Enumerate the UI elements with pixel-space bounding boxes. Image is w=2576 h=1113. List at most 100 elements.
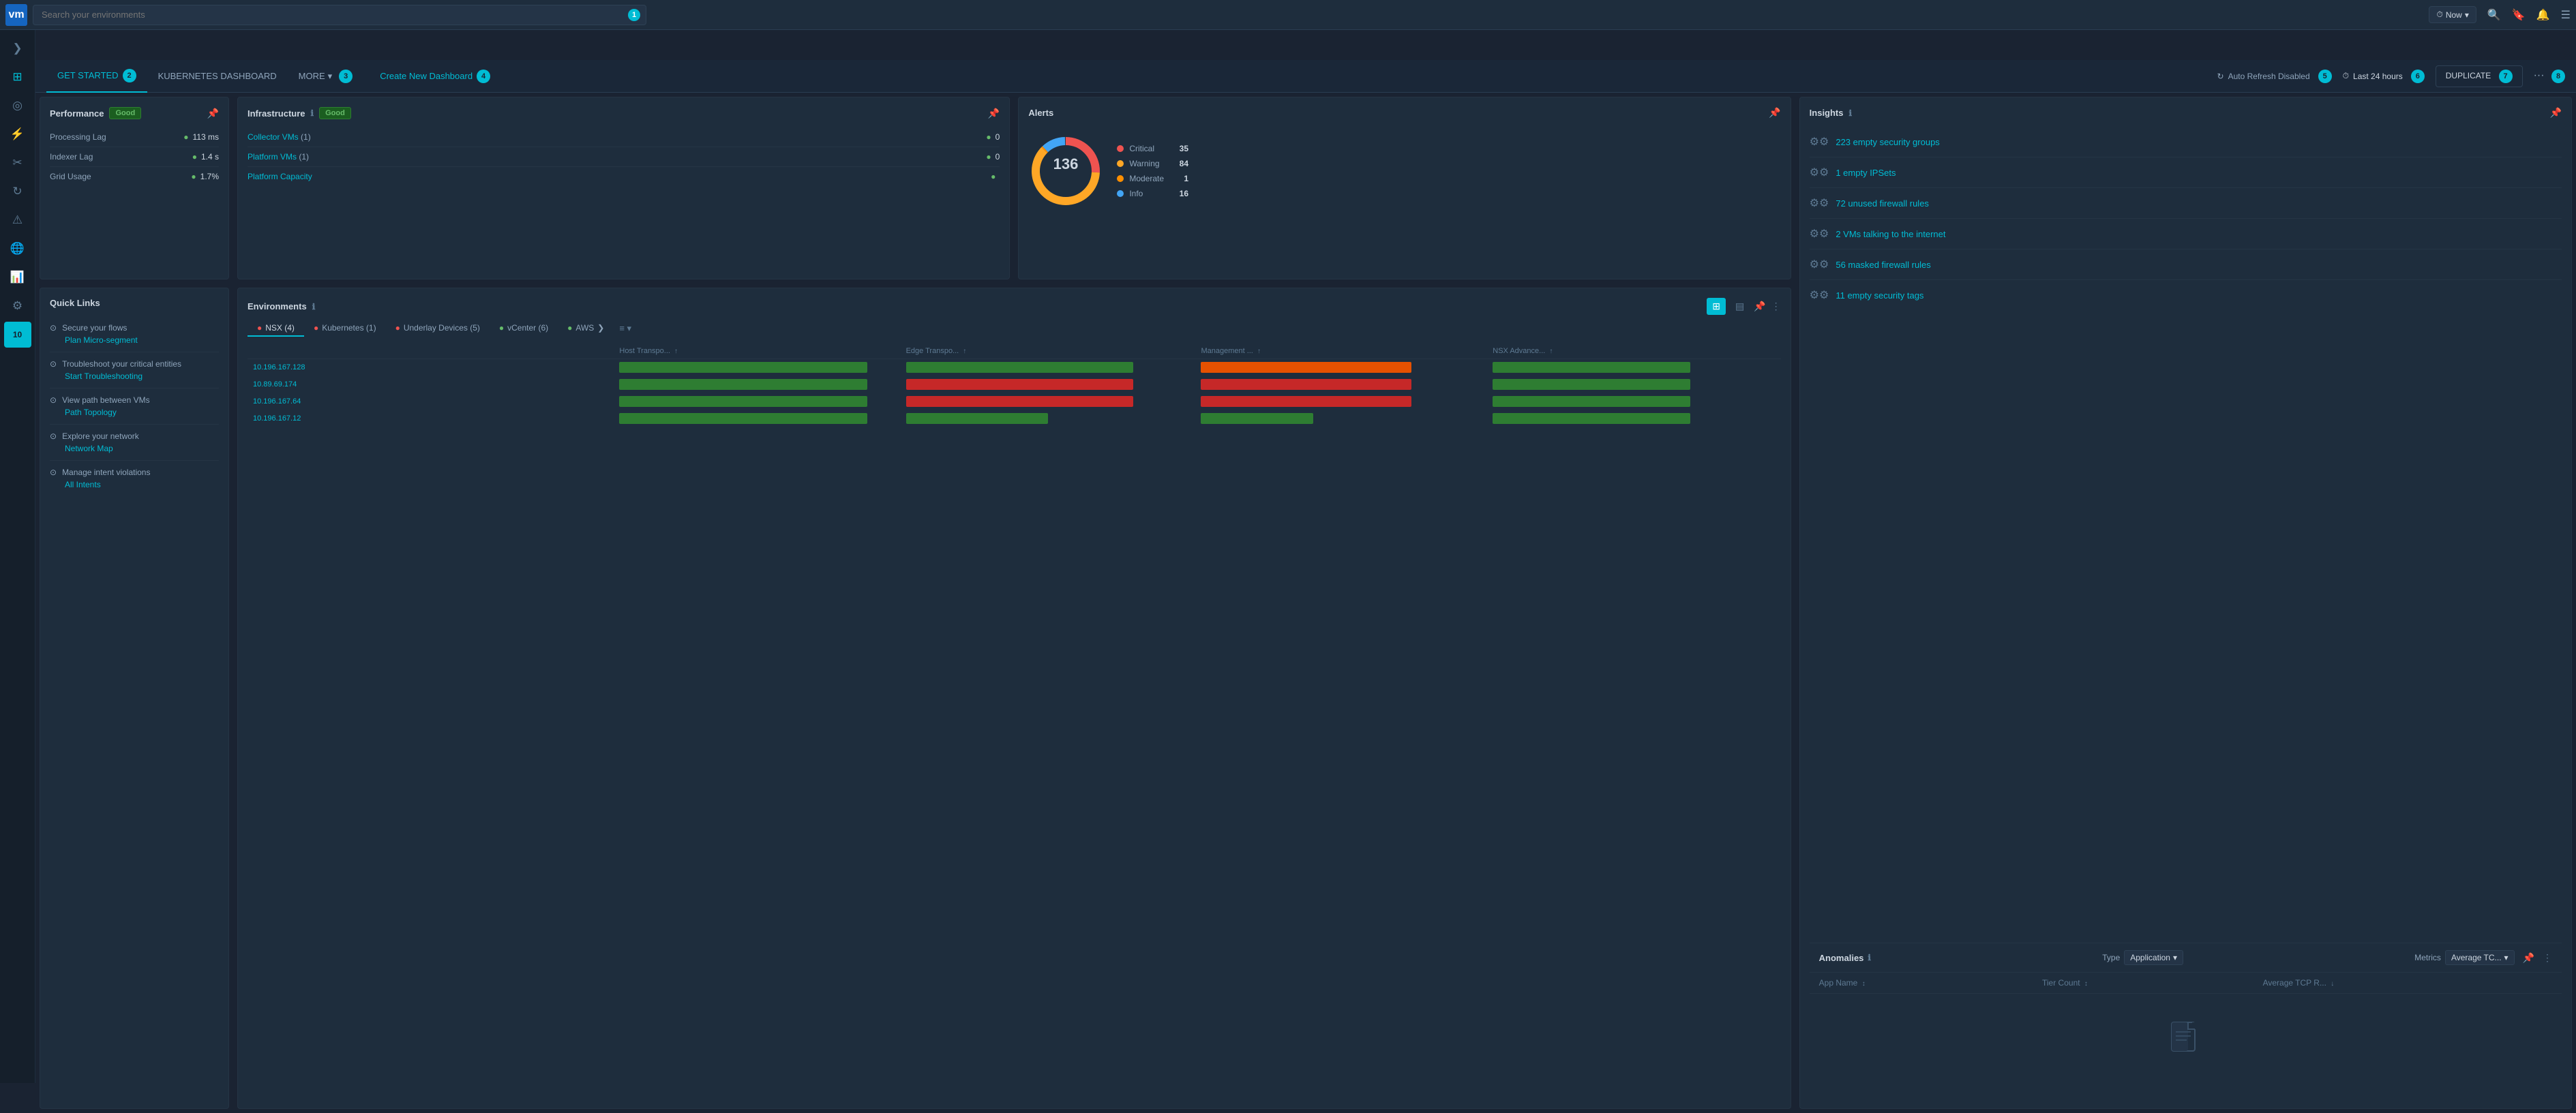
sidebar-item-dashboard[interactable]: ⊞ bbox=[4, 64, 31, 90]
env-tab-kubernetes[interactable]: ● Kubernetes (1) bbox=[304, 320, 386, 337]
ql-intents: ⊙ Manage intent violations All Intents bbox=[50, 461, 219, 496]
gear-icon: ⚙ bbox=[12, 299, 23, 313]
globe-icon: 🌐 bbox=[10, 242, 25, 256]
security-groups-icon: ⚙⚙ bbox=[1810, 135, 1829, 149]
anomalies-pin-icon[interactable]: 📌 bbox=[2523, 952, 2534, 964]
ql-path-link[interactable]: Path Topology bbox=[50, 408, 219, 417]
tab-more[interactable]: MORE ▾ 3 bbox=[288, 60, 364, 93]
infra-row-collector: Collector VMs (1) ● 0 bbox=[248, 127, 1000, 147]
ql-explore-link[interactable]: Network Map bbox=[50, 444, 219, 453]
env-more-icon[interactable]: ⋮ bbox=[1771, 301, 1781, 312]
metrics-select[interactable]: Average TC... ▾ bbox=[2445, 950, 2515, 965]
col-avg-tcp[interactable]: Average TCP R... ↓ bbox=[2253, 973, 2562, 994]
col-nsx-advance[interactable]: NSX Advance... ↑ bbox=[1487, 344, 1780, 359]
insight-empty-security-groups: ⚙⚙ 223 empty security groups bbox=[1810, 127, 2562, 157]
table-row: 10.89.69.174 bbox=[248, 376, 1781, 393]
type-chevron: ▾ bbox=[2173, 953, 2177, 962]
sidebar-item-network[interactable]: 🌐 bbox=[4, 236, 31, 262]
sidebar-expand[interactable]: ❯ bbox=[4, 35, 31, 61]
time-label: Last 24 hours bbox=[2353, 72, 2403, 81]
environments-title: Environments ℹ bbox=[248, 301, 315, 311]
time-range[interactable]: ⏱ Last 24 hours 6 bbox=[2343, 70, 2425, 83]
infrastructure-card-header: Infrastructure ℹ Good 📌 bbox=[248, 107, 1000, 119]
env-tab-aws[interactable]: ● AWS ❯ bbox=[558, 320, 614, 337]
bookmark-icon[interactable]: 🔖 bbox=[2512, 8, 2526, 22]
menu-icon[interactable]: ☰ bbox=[2561, 8, 2571, 22]
tab-more-label: MORE bbox=[299, 71, 325, 81]
warning-icon: ⚠ bbox=[12, 213, 23, 227]
sidebar-item-warnings[interactable]: ⚠ bbox=[4, 207, 31, 233]
performance-card: Performance Good 📌 Processing Lag ● 113 … bbox=[40, 97, 229, 279]
infrastructure-info-icon[interactable]: ℹ bbox=[311, 108, 314, 118]
type-label: Type bbox=[2102, 953, 2120, 962]
ql-explore: ⊙ Explore your network Network Map bbox=[50, 425, 219, 461]
create-dashboard-label: Create New Dashboard bbox=[380, 71, 473, 81]
col-management[interactable]: Management ... ↑ bbox=[1195, 344, 1487, 359]
env-ip-2[interactable]: 10.89.69.174 bbox=[253, 380, 297, 388]
insights-info-icon[interactable]: ℹ bbox=[1849, 108, 1853, 118]
search-bar[interactable]: 1 bbox=[33, 5, 646, 25]
sidebar-item-monitoring[interactable]: ◎ bbox=[4, 93, 31, 119]
search-input[interactable] bbox=[42, 10, 638, 20]
env-grid-view-button[interactable]: ⊞ bbox=[1707, 298, 1726, 315]
now-button[interactable]: ⏱ Now ▾ bbox=[2429, 6, 2476, 23]
insights-pin-icon[interactable]: 📌 bbox=[2550, 107, 2562, 119]
env-ip-1[interactable]: 10.196.167.128 bbox=[253, 363, 305, 371]
ql-intents-link[interactable]: All Intents bbox=[50, 480, 219, 489]
env-tab-vcenter[interactable]: ● vCenter (6) bbox=[490, 320, 558, 337]
ql-secure-link[interactable]: Plan Micro-segment bbox=[50, 335, 219, 345]
col-host-transport[interactable]: Host Transpo... ↑ bbox=[614, 344, 900, 359]
k8s-dot: ● bbox=[314, 323, 318, 333]
type-select[interactable]: Application ▾ bbox=[2124, 950, 2183, 965]
sidebar-item-settings[interactable]: ⚙ bbox=[4, 293, 31, 319]
ql-troubleshoot-link[interactable]: Start Troubleshooting bbox=[50, 371, 219, 381]
env-ip-4[interactable]: 10.196.167.12 bbox=[253, 414, 301, 423]
ipsets-icon: ⚙⚙ bbox=[1810, 166, 1829, 179]
sidebar-item-analytics[interactable]: 📊 bbox=[4, 264, 31, 290]
performance-rows: Processing Lag ● 113 ms Indexer Lag ● 1.… bbox=[50, 127, 219, 186]
legend-moderate: Moderate 1 bbox=[1117, 174, 1188, 183]
insights-list: ⚙⚙ 223 empty security groups ⚙⚙ 1 empty … bbox=[1810, 127, 2562, 943]
anomalies-title: Anomalies ℹ bbox=[1819, 953, 1871, 963]
more-dots-button[interactable]: ··· 8 bbox=[2534, 70, 2565, 83]
auto-refresh[interactable]: ↻ Auto Refresh Disabled 5 bbox=[2217, 70, 2332, 83]
sidebar-item-alerts[interactable]: ⚡ bbox=[4, 121, 31, 147]
search-icon[interactable]: 🔍 bbox=[2487, 8, 2501, 22]
anomalies-info-icon[interactable]: ℹ bbox=[1868, 953, 1871, 962]
env-ip-3[interactable]: 10.196.167.64 bbox=[253, 397, 301, 406]
auto-refresh-label: Auto Refresh Disabled bbox=[2228, 72, 2310, 81]
create-dashboard[interactable]: Create New Dashboard 4 bbox=[363, 60, 501, 93]
tab-get-started[interactable]: GET STARTED 2 bbox=[46, 60, 147, 93]
legend-info: Info 16 bbox=[1117, 189, 1188, 198]
sidebar-item-tools[interactable]: ✂ bbox=[4, 150, 31, 176]
infrastructure-pin-icon[interactable]: 📌 bbox=[988, 108, 1000, 119]
col-edge-transport[interactable]: Edge Transpo... ↑ bbox=[901, 344, 1196, 359]
env-tab-underlay[interactable]: ● Underlay Devices (5) bbox=[386, 320, 490, 337]
sort-tier-count-icon: ↕ bbox=[2084, 980, 2088, 988]
bell-icon[interactable]: 🔔 bbox=[2536, 8, 2550, 22]
env-tabs-list-icon[interactable]: ≡ ▾ bbox=[619, 323, 631, 334]
nav-right: ⏱ Now ▾ 🔍 🔖 🔔 ☰ bbox=[2429, 6, 2571, 23]
alerts-pin-icon[interactable]: 📌 bbox=[1769, 107, 1780, 119]
infrastructure-title: Infrastructure ℹ Good bbox=[248, 107, 351, 119]
quicklinks-title: Quick Links bbox=[50, 298, 100, 308]
env-tab-nsx[interactable]: ● NSX (4) bbox=[248, 320, 304, 337]
tab-kubernetes[interactable]: KUBERNETES DASHBOARD bbox=[147, 60, 288, 93]
perf-row-indexer: Indexer Lag ● 1.4 s bbox=[50, 147, 219, 167]
environments-info-icon[interactable]: ℹ bbox=[312, 302, 316, 311]
pin-icon[interactable]: 📌 bbox=[207, 108, 219, 119]
col-tier-count[interactable]: Tier Count ↕ bbox=[2033, 973, 2253, 994]
scissors-icon: ✂ bbox=[12, 156, 22, 170]
duplicate-button[interactable]: DUPLICATE 7 bbox=[2436, 65, 2523, 87]
anomalies-more-icon[interactable]: ⋮ bbox=[2543, 952, 2552, 964]
env-pin-icon[interactable]: 📌 bbox=[1754, 301, 1765, 312]
vm-logo: vm bbox=[5, 4, 27, 26]
sidebar-item-refresh[interactable]: ↻ bbox=[4, 179, 31, 204]
badge-6: 6 bbox=[2411, 70, 2425, 83]
now-label: Now bbox=[2446, 10, 2462, 20]
env-list-view-button[interactable]: ▤ bbox=[1731, 298, 1748, 315]
insights-title: Insights ℹ bbox=[1810, 108, 1852, 118]
table-row: 10.196.167.128 bbox=[248, 359, 1781, 376]
refresh-icon: ↻ bbox=[12, 185, 22, 198]
col-app-name[interactable]: App Name ↕ bbox=[1810, 973, 2033, 994]
